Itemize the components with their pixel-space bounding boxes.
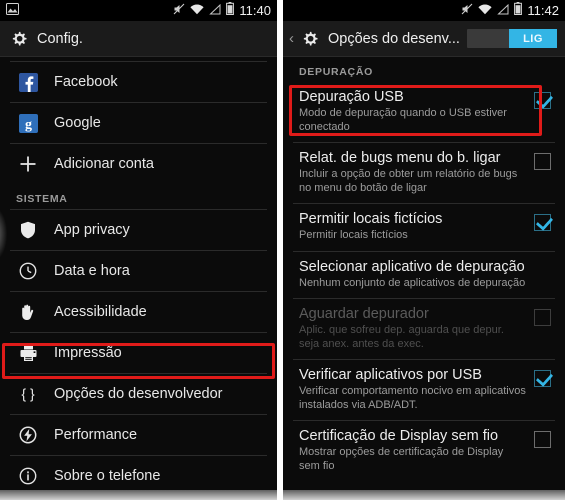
action-bar-title-right: Opções do desenv...	[328, 30, 460, 47]
option-title: Aguardar depurador	[299, 306, 429, 322]
gear-icon	[8, 28, 30, 50]
list-item-label: Sobre o telefone	[54, 468, 161, 484]
sidebar-item-developer-options[interactable]: { } Opções do desenvolvedor	[0, 374, 277, 414]
clock-icon	[16, 259, 40, 283]
panel-divider	[277, 0, 283, 500]
list-item-label: App privacy	[54, 222, 130, 238]
option-row-usb-debugging[interactable]: Depuração USB Modo de depuração quando o…	[283, 82, 565, 142]
gear-icon	[299, 28, 321, 50]
option-row-wireless-display-certification[interactable]: Certificação de Display sem fio Mostrar …	[283, 421, 565, 481]
section-header-depuracao: DEPURAÇÃO	[299, 66, 373, 78]
list-item[interactable]: Facebook	[0, 62, 277, 102]
toggle-knob-label: LIG	[509, 29, 557, 48]
option-row-select-debug-app[interactable]: Selecionar aplicativo de depuração Nenhu…	[283, 252, 565, 299]
phone-screen-left: 11:40 Config. Facebook g Google Adiciona…	[0, 0, 277, 490]
option-row-wait-for-debugger: Aguardar depurador Aplic. que sofreu dep…	[283, 299, 565, 359]
option-title: Verificar aplicativos por USB	[299, 367, 482, 383]
mute-icon	[461, 2, 473, 20]
sidebar-item-about-phone[interactable]: Sobre o telefone	[0, 456, 277, 490]
svg-text:{ }: { }	[21, 386, 35, 402]
list-item-label: Impressão	[54, 345, 122, 361]
sidebar-item-performance[interactable]: Performance	[0, 415, 277, 455]
status-clock-right: 11:42	[527, 3, 559, 18]
image-icon	[6, 2, 19, 20]
list-item-label: Adicionar conta	[54, 156, 154, 172]
list-item[interactable]: g Google	[0, 103, 277, 143]
option-subtitle: Aplic. que sofreu dep. aguarda que depur…	[299, 324, 504, 350]
facebook-icon	[16, 70, 40, 94]
option-checkbox[interactable]	[534, 214, 551, 231]
add-account-item[interactable]: Adicionar conta	[0, 144, 277, 184]
sidebar-item-date-time[interactable]: Data e hora	[0, 251, 277, 291]
option-title: Relat. de bugs menu do b. ligar	[299, 150, 501, 166]
google-icon: g	[16, 111, 40, 135]
shield-icon	[16, 218, 40, 242]
action-bar-right: ‹ Opções do desenv... LIG	[283, 21, 565, 57]
action-bar-left: Config.	[0, 21, 277, 57]
settings-list-left[interactable]: Facebook g Google Adicionar conta SISTEM…	[0, 57, 277, 490]
option-subtitle: Incluir a opção de obter um relatório de…	[299, 168, 518, 194]
option-checkbox	[534, 309, 551, 326]
list-item-label: Performance	[54, 427, 138, 443]
plus-icon	[16, 152, 40, 176]
developer-options-list[interactable]: DEPURAÇÃO Depuração USB Modo de depuraçã…	[283, 57, 565, 490]
option-title: Permitir locais fictícios	[299, 211, 443, 227]
wifi-icon	[190, 2, 205, 20]
status-bar-left: 11:40	[0, 0, 277, 21]
status-clock-left: 11:40	[239, 3, 271, 18]
braces-icon: { }	[16, 382, 40, 406]
screenshot-stage: 11:40 Config. Facebook g Google Adiciona…	[0, 0, 565, 500]
sidebar-item-app-privacy[interactable]: App privacy	[0, 210, 277, 250]
option-title: Depuração USB	[299, 89, 404, 105]
action-bar-title-left: Config.	[37, 30, 83, 47]
status-bar-right: 11:42	[283, 0, 565, 21]
list-item-label: Acessibilidade	[54, 304, 147, 320]
developer-options-toggle[interactable]: LIG	[466, 29, 557, 48]
option-subtitle: Mostrar opções de certificação de Displa…	[299, 446, 504, 472]
hand-icon	[16, 300, 40, 324]
option-checkbox[interactable]	[534, 431, 551, 448]
option-subtitle: Permitir locais fictícios	[299, 229, 408, 241]
list-item-label: Google	[54, 115, 101, 131]
sidebar-item-accessibility[interactable]: Acessibilidade	[0, 292, 277, 332]
option-row-bug-report[interactable]: Relat. de bugs menu do b. ligar Incluir …	[283, 143, 565, 203]
option-title: Selecionar aplicativo de depuração	[299, 258, 525, 275]
back-chevron-icon[interactable]: ‹	[289, 31, 294, 46]
option-subtitle: Nenhum conjunto de aplicativos de depura…	[299, 276, 526, 289]
sidebar-item-printing[interactable]: Impressão	[0, 333, 277, 373]
section-header-sistema: SISTEMA	[16, 193, 68, 205]
svg-text:g: g	[25, 117, 32, 132]
list-item-label: Facebook	[54, 74, 118, 90]
option-row-verify-apps-usb[interactable]: Verificar aplicativos por USB Verificar …	[283, 360, 565, 420]
performance-icon	[16, 423, 40, 447]
option-subtitle: Verificar comportamento nocivo em aplica…	[299, 385, 526, 411]
signal-icon	[209, 2, 221, 20]
option-subtitle: Modo de depuração quando o USB estiver c…	[299, 107, 507, 133]
option-checkbox[interactable]	[534, 92, 551, 109]
battery-icon	[514, 1, 523, 20]
wifi-icon	[478, 2, 493, 20]
battery-icon	[226, 1, 235, 20]
phone-screen-right: 11:42 ‹ Opções do desenv... LIG DEPURAÇÃ…	[283, 0, 565, 490]
signal-icon	[497, 2, 509, 20]
option-checkbox[interactable]	[534, 370, 551, 387]
option-title: Certificação de Display sem fio	[299, 428, 499, 444]
list-item-label: Data e hora	[54, 263, 130, 279]
mute-icon	[173, 2, 185, 20]
option-checkbox[interactable]	[534, 153, 551, 170]
printer-icon	[16, 341, 40, 365]
option-row-mock-locations[interactable]: Permitir locais fictícios Permitir locai…	[283, 204, 565, 251]
info-icon	[16, 464, 40, 488]
list-item-label: Opções do desenvolvedor	[54, 386, 223, 402]
